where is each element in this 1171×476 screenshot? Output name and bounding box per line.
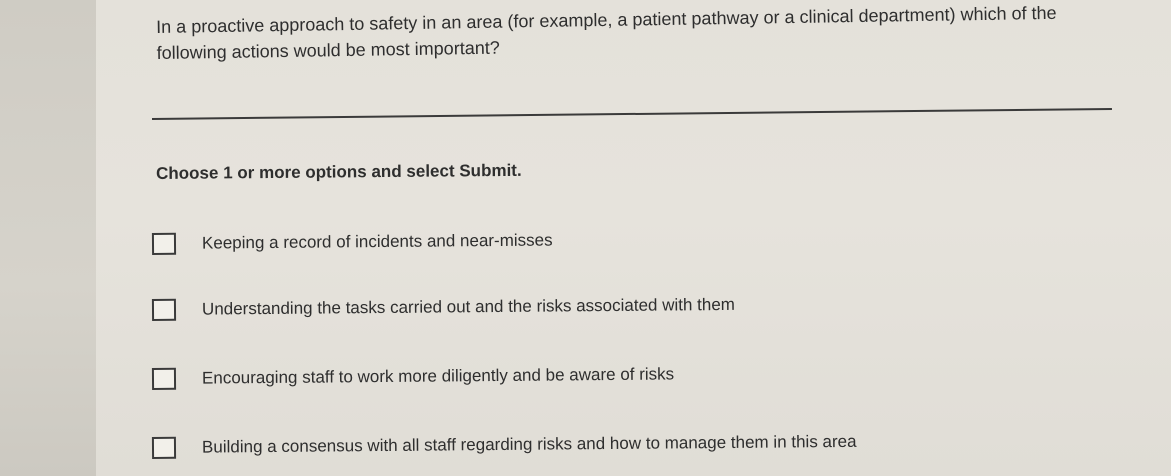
left-margin [0,0,96,476]
option-1-label: Keeping a record of incidents and near-m… [201,230,553,253]
option-2-label: Understanding the tasks carried out and … [201,294,736,319]
checkbox-2[interactable] [151,298,177,321]
checkbox-1[interactable] [151,232,177,255]
checkbox-3[interactable] [151,367,177,390]
checkbox-4[interactable] [151,436,177,459]
instruction-text: Choose 1 or more options and select Subm… [156,160,522,183]
option-3-label: Encouraging staff to work more diligentl… [201,364,675,388]
option-4-label: Building a consensus with all staff rega… [201,431,857,457]
